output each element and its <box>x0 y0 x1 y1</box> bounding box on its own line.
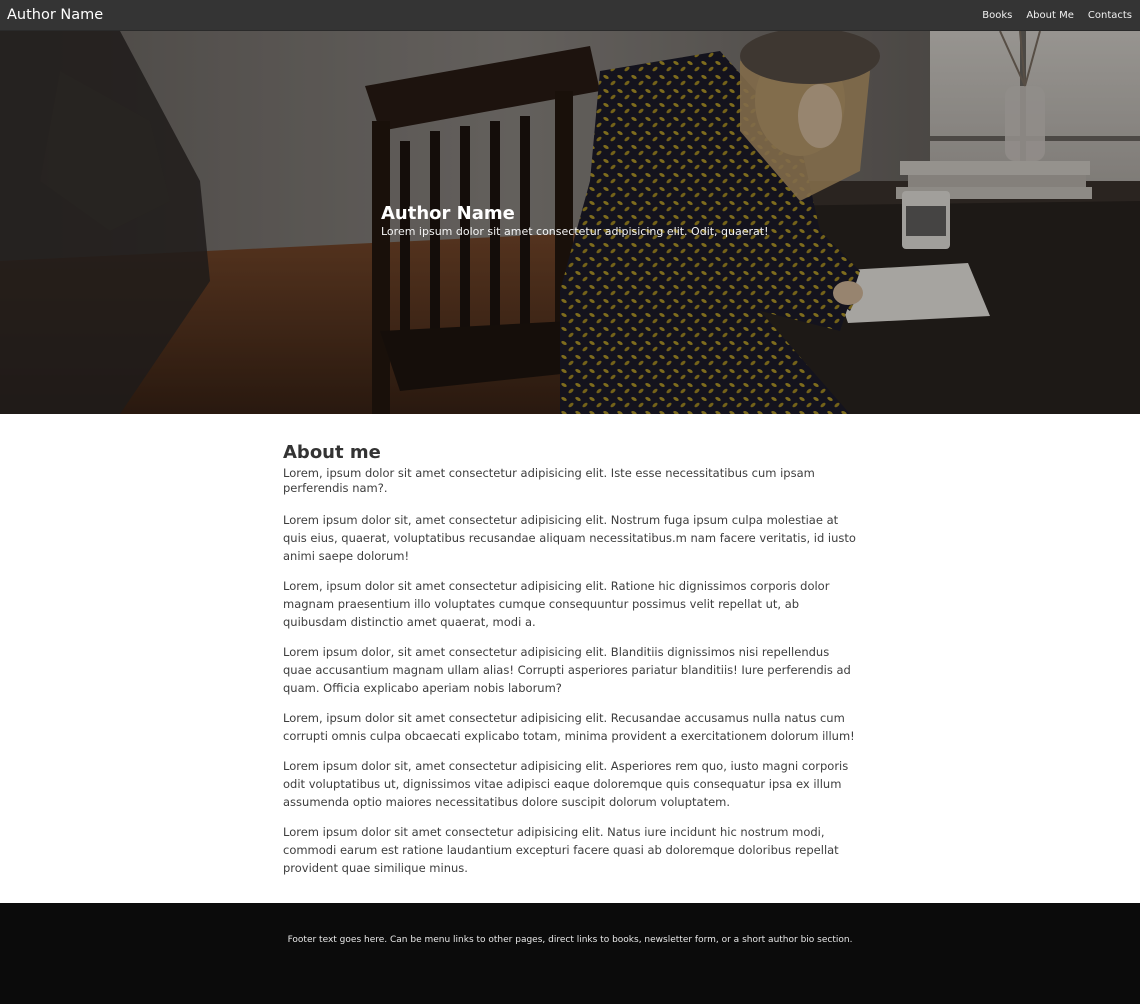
page-footer: Footer text goes here. Can be menu links… <box>0 903 1140 1004</box>
nav-link-contacts[interactable]: Contacts <box>1088 10 1132 21</box>
hero-text-block: Author Name Lorem ipsum dolor sit amet c… <box>381 203 769 239</box>
footer-text: Footer text goes here. Can be menu links… <box>287 935 853 945</box>
about-lead: Lorem, ipsum dolor sit amet consectetur … <box>283 466 815 495</box>
about-paragraph: Lorem, ipsum dolor sit amet consectetur … <box>283 579 830 629</box>
about-heading: About me <box>283 442 381 463</box>
hero-subtitle: Lorem ipsum dolor sit amet consectetur a… <box>381 225 769 238</box>
about-paragraph: Lorem ipsum dolor, sit amet consectetur … <box>283 645 851 695</box>
hero-banner: Author Name Lorem ipsum dolor sit amet c… <box>0 31 1140 414</box>
about-section: About me Lorem, ipsum dolor sit amet con… <box>283 442 858 889</box>
top-navbar: Author Name Books About Me Contacts <box>0 0 1140 31</box>
nav-menu: Books About Me Contacts <box>968 10 1132 21</box>
about-paragraph: Lorem, ipsum dolor sit amet consectetur … <box>283 711 855 743</box>
hero-title: Author Name <box>381 203 515 224</box>
about-paragraph: Lorem ipsum dolor sit amet consectetur a… <box>283 825 839 875</box>
nav-link-books[interactable]: Books <box>982 10 1012 21</box>
about-paragraph: Lorem ipsum dolor sit, amet consectetur … <box>283 759 849 809</box>
nav-link-about-me[interactable]: About Me <box>1026 10 1074 21</box>
about-paragraph: Lorem ipsum dolor sit, amet consectetur … <box>283 513 856 563</box>
brand-link[interactable]: Author Name <box>7 7 103 23</box>
